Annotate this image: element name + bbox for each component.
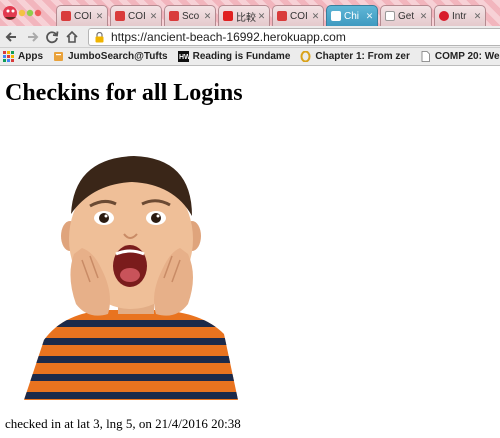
tab-close-icon[interactable]: ✕ [149,11,158,22]
hw-logo-icon: HW [177,51,189,62]
checkin-entry: checked in at lat 3, lng 5, on 21/4/2016… [5,416,241,431]
tab-label: COI [290,10,308,22]
tab-label: Intr [452,10,467,22]
tab-favicon-icon [169,11,179,21]
youtube-favicon-icon [223,11,233,21]
bookmark-jumbosearch[interactable]: JumboSearch@Tufts [53,51,168,62]
tab-label: COI [128,10,146,22]
svg-text:HW: HW [179,54,189,61]
browser-toolbar: https://ancient-beach-16992.herokuapp.co… [0,26,500,48]
page-favicon-icon [385,11,395,21]
bookmark-label: Chapter 1: From zer [315,51,410,62]
page-content: Checkins for all Logins checked in at la… [0,66,500,438]
bookmark-chapter-1[interactable]: Chapter 1: From zer [300,51,410,62]
ring-logo-icon [300,51,311,62]
tab-close-icon[interactable]: ✕ [419,11,428,22]
tab-4[interactable]: 比較 ✕ [218,5,270,26]
reload-icon [46,31,59,44]
tab-label: COI [74,10,92,22]
bookmark-label: Reading is Fundame [192,51,291,62]
tab-favicon-icon [439,11,449,21]
page-title: Checkins for all Logins [5,80,243,106]
bookmark-label: Apps [18,51,43,62]
bookmark-apps[interactable]: Apps [3,51,43,62]
document-icon [421,51,430,62]
tab-2[interactable]: COI ✕ [110,5,162,26]
tab-close-icon[interactable]: ✕ [95,11,104,22]
tab-strip: COI ✕ COI ✕ Sco ✕ 比較 ✕ COI ✕ Chi ✕ Get ✕… [0,0,500,26]
back-button[interactable] [4,29,20,45]
tab-close-icon[interactable]: ✕ [473,11,482,22]
bookmarks-bar: Apps JumboSearch@Tufts HW Reading is Fun… [0,48,500,66]
home-icon [66,30,78,43]
address-bar[interactable]: https://ancient-beach-16992.herokuapp.co… [88,28,500,46]
home-button[interactable] [64,29,80,45]
bookmark-comp20[interactable]: COMP 20: Web Progr [420,51,500,62]
tab-1[interactable]: COI ✕ [56,5,108,26]
tab-active-checkins[interactable]: Chi ✕ [326,5,378,26]
forward-button[interactable] [24,29,40,45]
page-favicon-icon [331,11,341,21]
bookmark-label: JumboSearch@Tufts [68,51,168,62]
bookmark-label: COMP 20: Web Progr [434,51,500,62]
tab-close-icon[interactable]: ✕ [311,11,320,22]
tab-label: Chi [344,10,360,22]
tab-favicon-icon [277,11,287,21]
address-bar-url: https://ancient-beach-16992.herokuapp.co… [111,30,346,44]
tab-favicon-icon [61,11,71,21]
tab-label: 比較 [236,12,256,24]
excited-child-photo [24,156,238,400]
back-arrow-icon [5,32,16,42]
tab-label: Get [398,10,415,22]
tab-label: Sco [182,10,200,22]
profile-avatar-icon[interactable] [2,2,42,24]
bookmark-page-icon [54,52,63,61]
tab-8[interactable]: Intr ✕ [434,5,486,26]
reload-button[interactable] [44,29,60,45]
lock-icon [95,31,104,42]
tab-favicon-icon [115,11,125,21]
tab-close-icon[interactable]: ✕ [365,11,374,22]
tab-5[interactable]: COI ✕ [272,5,324,26]
forward-arrow-icon [28,32,39,42]
bookmark-reading-is-fundamental[interactable]: HW Reading is Fundame [177,51,291,62]
tab-close-icon[interactable]: ✕ [203,11,212,22]
apps-grid-icon [3,51,14,62]
tab-close-icon[interactable]: ✕ [257,11,266,22]
tab-3[interactable]: Sco ✕ [164,5,216,26]
tab-7[interactable]: Get ✕ [380,5,432,26]
